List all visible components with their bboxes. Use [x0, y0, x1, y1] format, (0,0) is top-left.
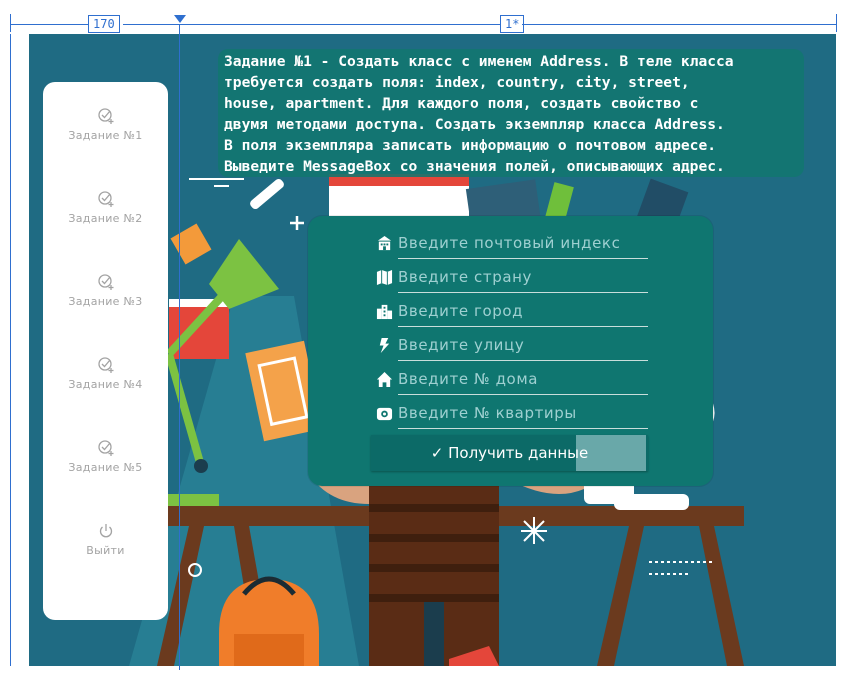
- map-icon: [376, 269, 393, 286]
- task-check-icon: [97, 274, 113, 290]
- apartment-field-row: [376, 398, 651, 430]
- get-data-button-label: Получить данные: [448, 444, 589, 462]
- ruler-line: [522, 24, 836, 25]
- sidebar-item-exit[interactable]: Выйти: [43, 521, 168, 581]
- house-number-input[interactable]: [398, 364, 648, 395]
- apartment-icon: [376, 407, 393, 421]
- sidebar-item-task-2[interactable]: Задание №2: [43, 189, 168, 249]
- postal-index-field-row: [376, 228, 651, 260]
- task-description: Задание №1 - Создать класс с именем Addr…: [224, 53, 734, 175]
- grid-column-ruler: 170 1*: [0, 0, 842, 34]
- home-icon: [376, 371, 393, 388]
- sidebar-item-label: Задание №3: [68, 295, 143, 308]
- column2-width-label[interactable]: 1*: [500, 15, 525, 33]
- task-check-icon: [97, 357, 113, 373]
- sidebar-item-task-5[interactable]: Задание №5: [43, 438, 168, 498]
- checkmark-icon: ✓: [430, 444, 444, 462]
- post-office-icon: [377, 235, 392, 251]
- address-form: ✓ Получить данные: [308, 216, 713, 486]
- sidebar-item-task-3[interactable]: Задание №3: [43, 272, 168, 332]
- sidebar-item-label: Задание №4: [68, 378, 143, 391]
- postal-index-input[interactable]: [398, 228, 648, 259]
- sidebar-item-label: Задание №2: [68, 212, 143, 225]
- sidebar-item-label: Задание №5: [68, 461, 143, 474]
- street-field-row: [376, 330, 651, 362]
- ruler-start-tick: [10, 14, 11, 32]
- column-splitter-handle[interactable]: [174, 15, 186, 23]
- sidebar: Задание №1 Задание №2 Задание №3 Задание…: [43, 82, 168, 620]
- city-input[interactable]: [398, 296, 648, 327]
- street-input[interactable]: [398, 330, 648, 361]
- city-field-row: [376, 296, 651, 328]
- sidebar-item-label: Задание №1: [68, 129, 143, 142]
- apartment-number-input[interactable]: [398, 398, 648, 429]
- power-icon: [99, 524, 112, 538]
- sidebar-item-task-1[interactable]: Задание №1: [43, 106, 168, 166]
- country-input[interactable]: [398, 262, 648, 293]
- country-field-row: [376, 262, 651, 294]
- column-splitter-line[interactable]: [179, 24, 180, 670]
- row-ruler: [10, 34, 11, 666]
- task-check-icon: [97, 440, 113, 456]
- task-check-icon: [97, 108, 113, 124]
- house-field-row: [376, 364, 651, 396]
- sidebar-item-task-4[interactable]: Задание №4: [43, 355, 168, 415]
- column1-width-label[interactable]: 170: [88, 15, 120, 33]
- get-data-button-content: ✓ Получить данные: [431, 444, 589, 462]
- sidebar-item-label: Выйти: [86, 544, 125, 557]
- task-description-panel: Задание №1 - Создать класс с именем Addr…: [218, 49, 804, 177]
- task-check-icon: [97, 191, 113, 207]
- street-bolt-icon: [379, 337, 390, 354]
- ruler-line: [11, 24, 91, 25]
- city-icon: [376, 304, 393, 320]
- get-data-button[interactable]: ✓ Получить данные: [371, 435, 648, 471]
- ruler-end-tick: [836, 14, 837, 32]
